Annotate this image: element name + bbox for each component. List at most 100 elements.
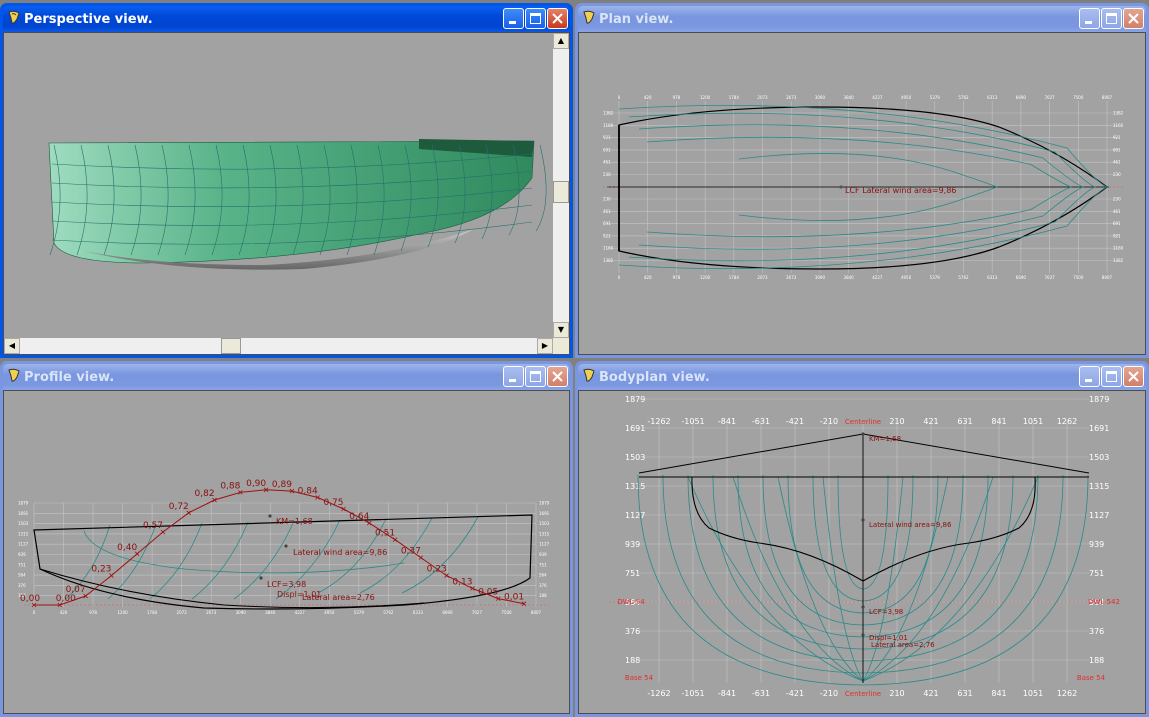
perspective-titlebar[interactable]: Perspective view. xyxy=(3,6,570,32)
bodyplan-x-tick: 631 xyxy=(957,417,972,426)
maximize-button[interactable] xyxy=(525,8,546,29)
plan-titlebar[interactable]: Plan view. xyxy=(578,6,1146,32)
plan-x-tick: 2073 xyxy=(757,275,768,280)
plan-y-tick: 461 xyxy=(603,209,611,214)
plan-x-tick: 6313 xyxy=(987,95,998,100)
app-icon xyxy=(8,10,20,24)
bodyplan-x-tick: Centerline xyxy=(845,418,881,426)
profile-y-tick: 1691 xyxy=(539,511,550,516)
bodyplan-y-tick: 1691 xyxy=(1089,424,1109,433)
plan-y-tick: 461 xyxy=(603,160,611,165)
minimize-icon xyxy=(1085,379,1092,382)
close-button[interactable] xyxy=(547,366,568,387)
scroll-up-button[interactable]: ▲ xyxy=(553,33,569,49)
centerline-label-bottom: Centerline xyxy=(845,690,881,698)
km-label: KM=1,68 xyxy=(276,517,313,526)
minimize-button[interactable] xyxy=(1079,8,1100,29)
profile-y-tick: 564 xyxy=(18,573,26,578)
plan-y-tick: 230 xyxy=(1113,172,1121,177)
plan-x-tick: 0 xyxy=(618,95,621,100)
profile-window[interactable]: Profile view. 1879 1879 1691 1691 1503 1503 13… xyxy=(0,361,573,717)
bodyplan-titlebar[interactable]: Bodyplan view. xyxy=(578,364,1146,390)
maximize-button[interactable] xyxy=(1101,8,1122,29)
bodyplan-x-tick: -210 xyxy=(820,689,838,698)
profile-x-tick: 4950 xyxy=(324,610,335,615)
bodyplan-y-tick: 188 xyxy=(1089,656,1104,665)
dwl-label-left: DWL 54 xyxy=(617,598,645,606)
bodyplan-canvas[interactable]: 1879 1691 1503 1315 1127 939 751 564 376 188 1879… xyxy=(578,390,1146,714)
scroll-right-button[interactable]: ▶ xyxy=(537,338,553,354)
plan-y-tick: 921 xyxy=(603,135,611,140)
bodyplan-y-tick: 1127 xyxy=(625,511,645,520)
bodyplan-x-tick: -1262 xyxy=(647,689,670,698)
plan-y-tick: 461 xyxy=(1113,160,1121,165)
bodyplan-x-tick: -631 xyxy=(752,689,770,698)
plan-x-tick: 7027 xyxy=(1044,275,1055,280)
plan-x-tick: 1200 xyxy=(700,275,711,280)
curve-value-label: 0,00 xyxy=(56,594,76,604)
curve-value-label: 0,90 xyxy=(246,479,266,489)
plan-x-tick: 7500 xyxy=(1073,275,1084,280)
profile-x-tick: 1784 xyxy=(147,610,158,615)
maximize-icon xyxy=(530,13,541,24)
app-icon xyxy=(583,10,595,24)
maximize-icon xyxy=(530,371,541,382)
plan-x-tick: 420 xyxy=(644,95,652,100)
plan-x-tick: 4227 xyxy=(872,95,883,100)
horizontal-scroll-thumb[interactable] xyxy=(221,338,241,354)
profile-x-tick: 0 xyxy=(33,610,36,615)
wind-area-label: Lateral wind area=9,86 xyxy=(869,521,952,529)
plan-y-tick: 461 xyxy=(1113,209,1121,214)
plan-canvas[interactable]: 0 420 978 1200 1784 2073 2673 3090 3840 4227 4950 5… xyxy=(578,32,1146,355)
bodyplan-x-tick: -1262 xyxy=(647,417,670,426)
curve-value-label: 0,01 xyxy=(504,593,524,603)
scroll-down-button[interactable]: ▼ xyxy=(553,322,569,338)
bodyplan-window[interactable]: Bodyplan view. 1879 1691 1503 1315 1127 939 75… xyxy=(575,361,1149,717)
profile-y-tick: 564 xyxy=(539,573,547,578)
profile-x-tick: 7027 xyxy=(472,610,483,615)
plan-x-tick: 420 xyxy=(644,275,652,280)
close-button[interactable] xyxy=(547,8,568,29)
plan-x-tick: 1784 xyxy=(729,95,740,100)
plan-x-tick: 5379 xyxy=(930,95,941,100)
plan-y-tick: 691 xyxy=(603,221,611,226)
bodyplan-y-tick: 939 xyxy=(625,540,640,549)
plan-y-tick: 1382 xyxy=(1113,111,1124,116)
profile-titlebar[interactable]: Profile view. xyxy=(3,364,570,390)
maximize-button[interactable] xyxy=(525,366,546,387)
plan-x-tick: 5762 xyxy=(958,95,969,100)
close-icon xyxy=(552,371,563,382)
profile-x-tick: 4227 xyxy=(295,610,306,615)
profile-canvas[interactable]: 1879 1879 1691 1691 1503 1503 1315 1315 1127 1127… xyxy=(3,390,570,714)
maximize-button[interactable] xyxy=(1101,366,1122,387)
plan-y-tick: 1382 xyxy=(603,111,614,116)
bodyplan-x-tick: 1262 xyxy=(1057,689,1077,698)
minimize-button[interactable] xyxy=(1079,366,1100,387)
curve-value-label: 0,89 xyxy=(272,480,292,490)
horizontal-scrollbar[interactable]: ◀ ▶ xyxy=(4,338,553,354)
minimize-button[interactable] xyxy=(503,8,524,29)
plan-x-tick: 4227 xyxy=(872,275,883,280)
plan-window[interactable]: Plan view. 0 420 978 1200 1784 2073 2673 3090 38… xyxy=(575,3,1149,358)
plan-x-tick: 3090 xyxy=(815,275,826,280)
vertical-scroll-thumb[interactable] xyxy=(553,181,569,203)
minimize-button[interactable] xyxy=(503,366,524,387)
profile-y-tick: 1127 xyxy=(539,542,550,547)
close-button[interactable] xyxy=(1123,8,1144,29)
bodyplan-x-tick: -421 xyxy=(786,689,804,698)
vertical-scrollbar[interactable]: ▲ ▼ xyxy=(553,33,569,338)
bodyplan-y-tick: 1879 xyxy=(1089,395,1109,404)
bodyplan-y-tick: 1503 xyxy=(625,453,645,462)
perspective-window[interactable]: Perspective view. ▲ ▼ ◀ ▶ xyxy=(0,3,573,358)
plan-y-tick: 921 xyxy=(603,233,611,238)
plan-x-tick: 6313 xyxy=(987,275,998,280)
profile-y-tick: 1879 xyxy=(539,501,550,506)
close-button[interactable] xyxy=(1123,366,1144,387)
scroll-left-button[interactable]: ◀ xyxy=(4,338,20,354)
perspective-canvas[interactable]: ▲ ▼ ◀ ▶ xyxy=(3,32,570,355)
bodyplan-y-tick: 1691 xyxy=(625,424,645,433)
close-icon xyxy=(1128,371,1139,382)
profile-x-tick: 6690 xyxy=(442,610,453,615)
profile-x-tick: 3090 xyxy=(236,610,247,615)
lcf-marker xyxy=(839,185,843,189)
